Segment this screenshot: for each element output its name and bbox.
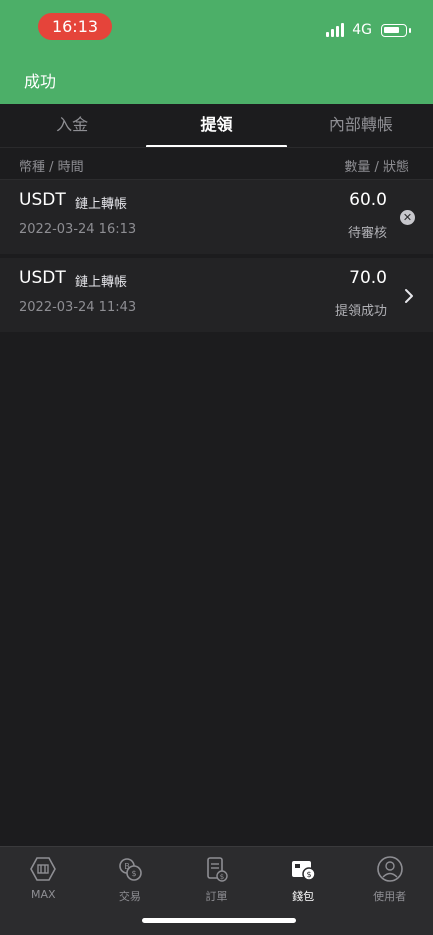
record-coin: USDT [19, 268, 66, 288]
nav-label: 訂單 [205, 890, 228, 903]
withdraw-record[interactable]: USDT 鏈上轉帳 2022-03-24 11:43 70.0 提領成功 [0, 258, 433, 332]
user-icon [376, 856, 403, 882]
cellular-signal-icon [326, 23, 345, 37]
record-status: 提領成功 [334, 304, 387, 319]
nav-label: 錢包 [292, 890, 315, 903]
withdraw-record[interactable]: USDT 鏈上轉帳 2022-03-24 16:13 60.0 待審核 ✕ [0, 180, 433, 254]
svg-text:$: $ [307, 870, 312, 879]
nav-label: 使用者 [373, 890, 407, 903]
tab-withdraw[interactable]: 提領 [144, 104, 288, 148]
max-logo-icon [30, 857, 57, 881]
record-date: 2022-03-24 16:13 [19, 222, 137, 237]
tab-internal-transfer[interactable]: 內部轉帳 [289, 104, 433, 148]
wallet-icon: $ [292, 861, 316, 881]
svg-text:$: $ [131, 869, 136, 878]
exchange-icon: B $ [119, 858, 142, 881]
nav-label: MAX [31, 888, 56, 901]
home-indicator[interactable] [142, 918, 296, 923]
record-coin: USDT [19, 190, 66, 210]
cancel-withdraw-button[interactable]: ✕ [400, 209, 418, 227]
record-amount: 60.0 [349, 190, 387, 210]
network-type: 4G [352, 22, 372, 38]
chevron-right-icon [405, 289, 413, 303]
column-header-amount-status: 數量 / 狀態 [344, 160, 409, 175]
record-type: 鏈上轉帳 [75, 197, 128, 212]
top-bar: 16:13 4G 成功 [0, 0, 433, 104]
record-amount: 70.0 [349, 268, 387, 288]
record-detail-button[interactable] [400, 287, 418, 305]
nav-label: 交易 [118, 890, 141, 903]
column-header-coin-time: 幣種 / 時間 [19, 160, 84, 175]
svg-text:$: $ [220, 873, 224, 881]
nav-max[interactable]: MAX [0, 847, 87, 935]
cancel-icon: ✕ [400, 210, 415, 225]
svg-text:B: B [124, 862, 130, 871]
nav-user[interactable]: 使用者 [346, 847, 433, 935]
page-title: 成功 [24, 72, 57, 91]
record-status: 待審核 [347, 226, 387, 241]
record-date: 2022-03-24 11:43 [19, 300, 137, 315]
status-indicators: 4G [326, 20, 411, 40]
orders-icon: $ [207, 857, 229, 882]
status-time: 16:13 [38, 13, 112, 40]
tab-bar: 入金 提領 內部轉帳 [0, 104, 433, 148]
column-headers: 幣種 / 時間 數量 / 狀態 [0, 148, 433, 180]
tab-deposit[interactable]: 入金 [0, 104, 144, 148]
withdraw-history-screen: 16:13 4G 成功 入金 提領 內部轉帳 幣種 / 時間 數量 / 狀態 U… [0, 0, 433, 935]
record-type: 鏈上轉帳 [75, 275, 128, 290]
battery-icon [381, 23, 411, 37]
empty-list-area [0, 334, 433, 846]
